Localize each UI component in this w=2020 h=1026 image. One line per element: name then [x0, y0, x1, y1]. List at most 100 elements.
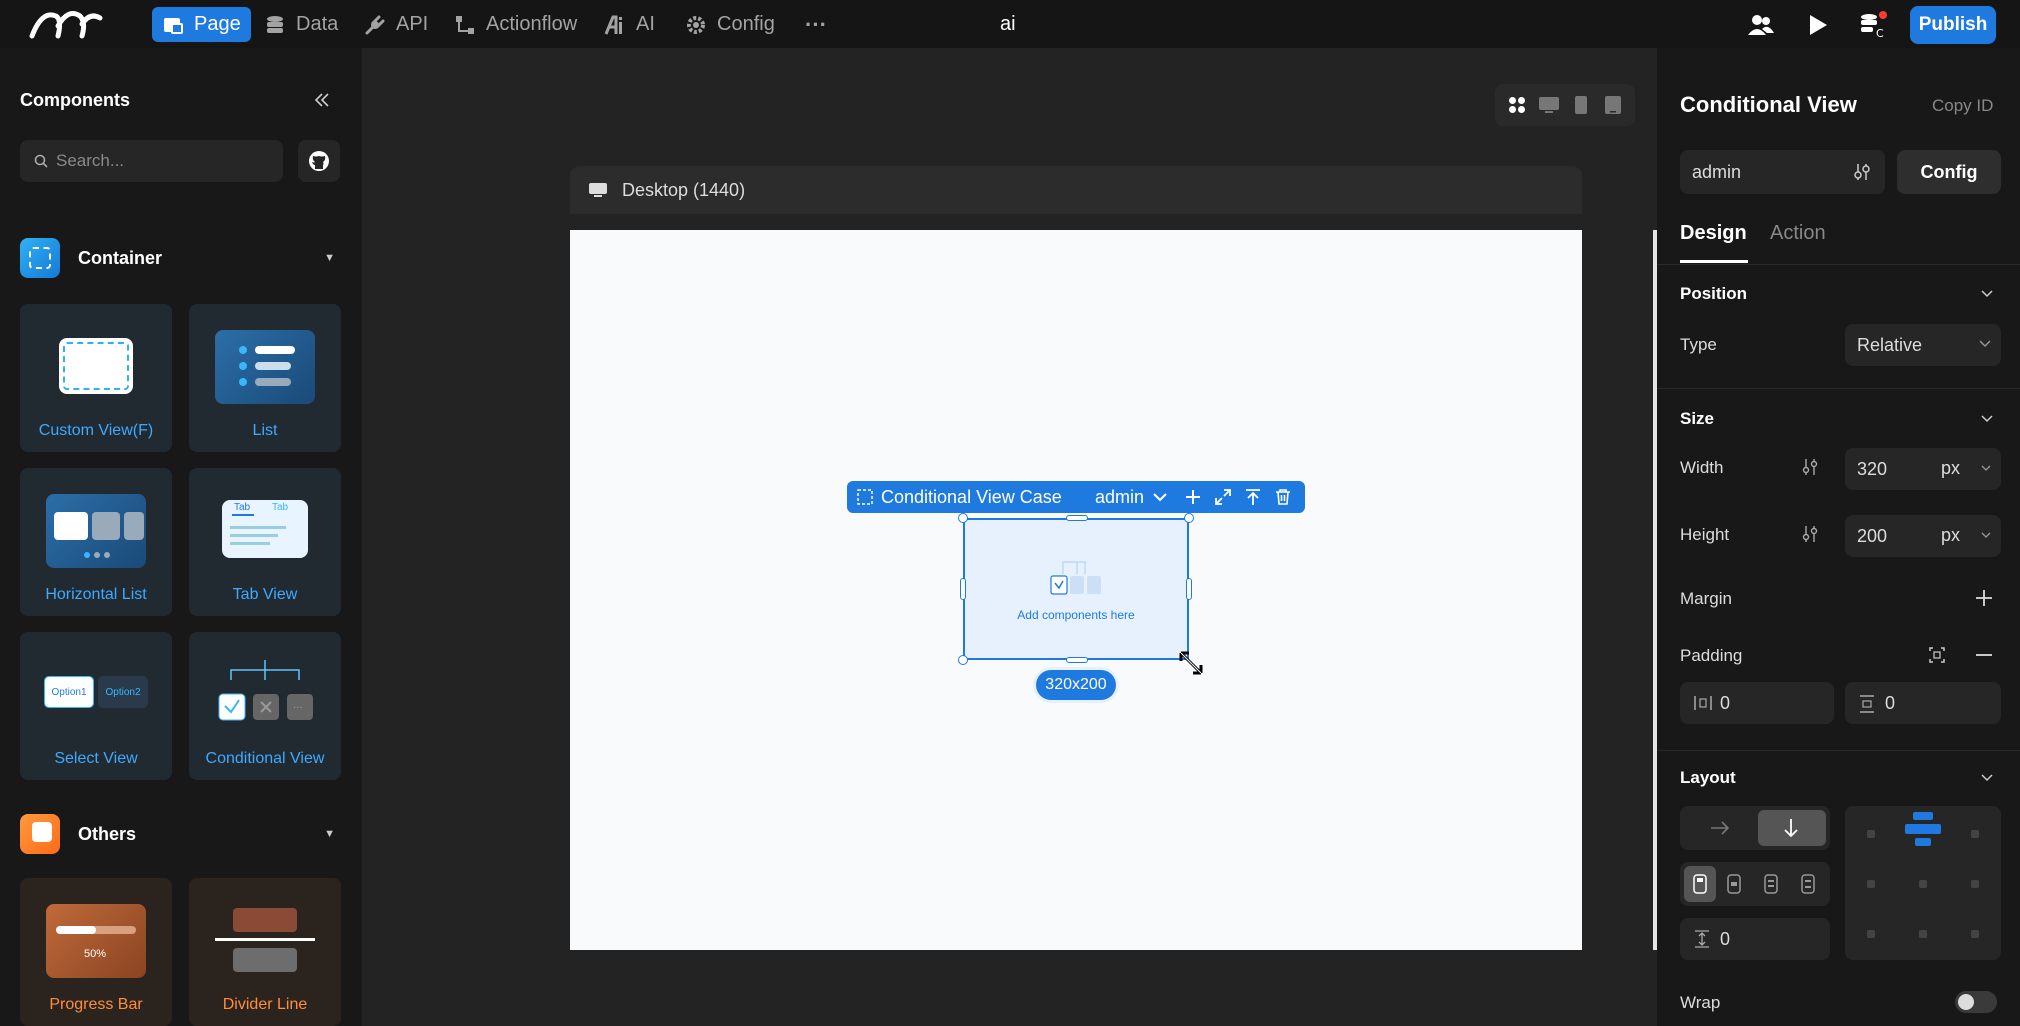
database-sync-icon[interactable]: C [1858, 10, 1888, 40]
layout-direction-toggle [1680, 806, 1830, 850]
arrow-down-icon [1784, 819, 1798, 838]
collapse-icon[interactable] [314, 92, 330, 108]
resize-handle-sw[interactable] [958, 655, 968, 665]
tab-action[interactable]: Action [1770, 222, 1826, 245]
case-dropdown[interactable]: admin [1095, 487, 1168, 508]
config-button[interactable]: Config [1897, 150, 2001, 194]
section-size-header[interactable]: Size [1680, 409, 1714, 429]
component-custom-view[interactable]: Custom View(F) [20, 304, 172, 452]
desktop-icon [589, 183, 607, 197]
resize-handle-s[interactable] [1066, 657, 1088, 663]
expand-icon[interactable] [1213, 487, 1233, 507]
divider [1657, 750, 2020, 751]
gear-icon [687, 15, 705, 34]
logo-icon[interactable] [28, 6, 104, 42]
nav-ai[interactable]: AI [594, 7, 665, 42]
nav-api[interactable]: API [354, 7, 438, 42]
align-dot[interactable] [1867, 830, 1875, 838]
users-icon[interactable] [1746, 10, 1776, 40]
component-horizontal-list[interactable]: Horizontal List [20, 468, 172, 616]
nav-config[interactable]: Config [675, 7, 785, 42]
section-container[interactable]: Container ▼ [20, 238, 335, 278]
align-option-active[interactable] [1684, 866, 1716, 902]
tablet-icon[interactable] [1602, 94, 1624, 116]
section-layout-header[interactable]: Layout [1680, 768, 1736, 788]
selection-label: Conditional View Case [881, 486, 1062, 507]
align-dot[interactable] [1971, 880, 1979, 888]
add-icon[interactable] [1183, 487, 1203, 507]
width-unit[interactable]: px [1941, 458, 1960, 479]
tab-thumb-label: Tab [272, 502, 289, 513]
wrap-toggle[interactable] [1955, 991, 1997, 1013]
nav-data[interactable]: Data [254, 7, 348, 42]
move-to-top-icon[interactable] [1243, 487, 1263, 507]
align-middle-icon[interactable] [1726, 874, 1742, 894]
alignment-options [1680, 862, 1830, 906]
copy-id-link[interactable]: Copy ID [1932, 96, 1993, 116]
padding-sides-icon[interactable] [1928, 646, 1946, 664]
align-dot[interactable] [1867, 930, 1875, 938]
height-input[interactable]: 200 px [1845, 515, 2001, 557]
nav-page[interactable]: Page [152, 7, 251, 42]
component-divider-line[interactable]: Divider Line [189, 878, 341, 1026]
align-stretch-icon[interactable] [1800, 874, 1816, 894]
tab-design[interactable]: Design [1680, 222, 1747, 245]
position-type-select[interactable]: Relative [1845, 324, 2001, 366]
divider-line-thumb [215, 904, 315, 978]
grid-view-icon[interactable] [1506, 94, 1528, 116]
alignment-grid[interactable] [1845, 806, 2001, 960]
section-position-header[interactable]: Position [1680, 284, 1747, 304]
panel-title: Components [20, 90, 130, 110]
type-label: Type [1680, 335, 1717, 354]
plus-icon[interactable] [1975, 589, 1993, 607]
resize-handle-n[interactable] [1066, 515, 1088, 521]
width-input[interactable]: 320 px [1845, 448, 2001, 490]
align-dot[interactable] [1971, 830, 1979, 838]
nav-actionflow[interactable]: Actionflow [444, 7, 587, 42]
chevron-down-icon[interactable] [1980, 286, 1994, 300]
more-button[interactable]: ··· [795, 7, 837, 42]
resize-handle-e[interactable] [1186, 578, 1192, 600]
height-unit[interactable]: px [1941, 525, 1960, 546]
nav-config-label: Config [717, 13, 775, 35]
component-progress-bar[interactable]: 50% Progress Bar [20, 878, 172, 1026]
svg-text:···: ··· [293, 703, 303, 714]
align-dot[interactable] [1971, 930, 1979, 938]
delete-icon[interactable] [1273, 487, 1293, 507]
search-input[interactable]: Search... [20, 140, 283, 182]
binding-icon[interactable] [1802, 525, 1818, 543]
mobile-icon[interactable] [1570, 94, 1592, 116]
component-list[interactable]: List [189, 304, 341, 452]
others-icon [20, 814, 60, 854]
padding-vertical-input[interactable]: 0 [1845, 682, 2001, 724]
publish-button[interactable]: Publish [1910, 6, 1996, 44]
custom-view-thumb [59, 338, 133, 394]
component-select-view[interactable]: Option1 Option2 Select View [20, 632, 172, 780]
component-tab-view[interactable]: Tab Tab Tab View [189, 468, 341, 616]
play-icon[interactable] [1803, 10, 1833, 40]
chevron-down-icon[interactable] [1980, 770, 1994, 784]
minus-icon[interactable] [1975, 646, 1993, 664]
github-button[interactable] [298, 140, 340, 182]
resize-handle-ne[interactable] [1184, 513, 1194, 523]
align-top-center-active[interactable] [1905, 812, 1941, 852]
align-bottom-icon[interactable] [1763, 874, 1779, 894]
padding-horizontal-input[interactable]: 0 [1680, 682, 1834, 724]
case-selector[interactable]: admin [1680, 150, 1885, 194]
direction-vertical-active[interactable] [1758, 810, 1826, 846]
component-conditional-view[interactable]: ··· Conditional View [189, 632, 341, 780]
component-label: Conditional View [205, 750, 325, 767]
align-dot[interactable] [1919, 880, 1927, 888]
conditional-view-selection[interactable]: Add components here [963, 518, 1189, 660]
chevron-down-icon[interactable] [1980, 411, 1994, 425]
arrow-right-icon[interactable] [1710, 820, 1730, 836]
caret-down-icon: ▼ [324, 252, 335, 264]
desktop-icon[interactable] [1538, 94, 1560, 116]
section-others[interactable]: Others ▼ [20, 814, 335, 854]
resize-handle-nw[interactable] [958, 513, 968, 523]
gap-input[interactable]: 0 [1680, 918, 1830, 960]
binding-icon[interactable] [1802, 458, 1818, 476]
align-dot[interactable] [1867, 880, 1875, 888]
align-dot[interactable] [1919, 930, 1927, 938]
resize-handle-w[interactable] [960, 578, 966, 600]
